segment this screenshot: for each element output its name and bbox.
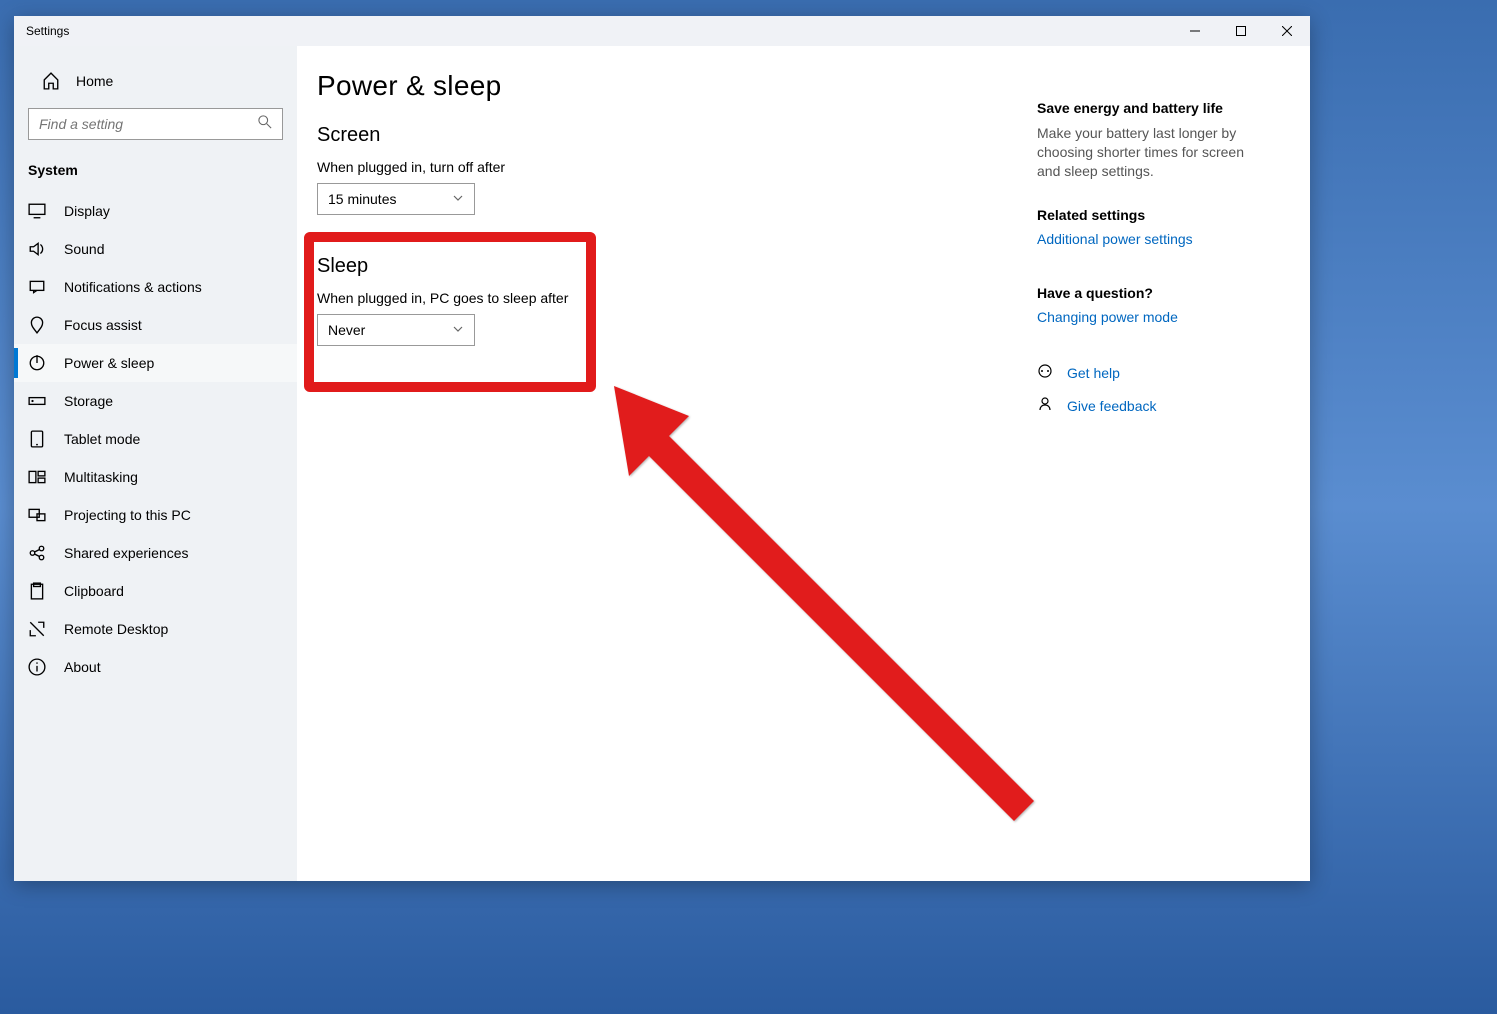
sidebar-item-label: Storage xyxy=(64,393,113,409)
sidebar-item-label: About xyxy=(64,659,101,675)
sidebar-item-storage[interactable]: Storage xyxy=(14,382,297,420)
feedback-label: Give feedback xyxy=(1067,398,1157,414)
sidebar-item-label: Sound xyxy=(64,241,104,257)
sleep-timeout-value: Never xyxy=(328,322,365,338)
close-icon xyxy=(1282,26,1292,36)
sidebar-item-power-sleep[interactable]: Power & sleep xyxy=(14,344,297,382)
screen-heading: Screen xyxy=(317,124,1017,147)
maximize-icon xyxy=(1236,26,1246,36)
home-icon xyxy=(42,72,60,90)
sidebar-item-projecting[interactable]: Projecting to this PC xyxy=(14,496,297,534)
settings-window: Settings Home xyxy=(14,16,1310,881)
close-button[interactable] xyxy=(1264,16,1310,46)
remote-icon xyxy=(28,620,46,638)
sleep-timeout-dropdown[interactable]: Never xyxy=(317,314,475,346)
energy-heading: Save energy and battery life xyxy=(1037,100,1267,116)
focus-assist-icon xyxy=(28,316,46,334)
sidebar-item-tablet-mode[interactable]: Tablet mode xyxy=(14,420,297,458)
sleep-label: When plugged in, PC goes to sleep after xyxy=(317,290,1017,306)
search-icon xyxy=(248,115,282,134)
feedback-icon xyxy=(1037,396,1053,417)
get-help-link[interactable]: Get help xyxy=(1037,363,1267,384)
sidebar-item-label: Power & sleep xyxy=(64,355,154,371)
display-icon xyxy=(28,202,46,220)
sidebar-item-remote-desktop[interactable]: Remote Desktop xyxy=(14,610,297,648)
content-area: Power & sleep Screen When plugged in, tu… xyxy=(297,46,1310,881)
additional-power-settings-link[interactable]: Additional power settings xyxy=(1037,231,1193,247)
about-icon xyxy=(28,658,46,676)
sidebar-item-focus-assist[interactable]: Focus assist xyxy=(14,306,297,344)
search-input[interactable] xyxy=(29,116,248,132)
titlebar: Settings xyxy=(14,16,1310,46)
sidebar-home[interactable]: Home xyxy=(14,64,297,98)
search-box[interactable] xyxy=(28,108,283,140)
right-column: Save energy and battery life Make your b… xyxy=(1037,70,1287,881)
window-body: Home System Display Sound xyxy=(14,46,1310,881)
sidebar-item-label: Clipboard xyxy=(64,583,124,599)
maximize-button[interactable] xyxy=(1218,16,1264,46)
sound-icon xyxy=(28,240,46,258)
sidebar-item-multitasking[interactable]: Multitasking xyxy=(14,458,297,496)
search-wrap xyxy=(14,108,297,140)
sidebar-item-sound[interactable]: Sound xyxy=(14,230,297,268)
page-title: Power & sleep xyxy=(317,70,1017,102)
storage-icon xyxy=(28,392,46,410)
sidebar-item-label: Focus assist xyxy=(64,317,142,333)
sidebar-item-label: Projecting to this PC xyxy=(64,507,191,523)
sidebar-category: System xyxy=(14,156,297,192)
sidebar-item-label: Remote Desktop xyxy=(64,621,168,637)
screen-section: Screen When plugged in, turn off after 1… xyxy=(317,124,1017,215)
related-heading: Related settings xyxy=(1037,207,1267,223)
help-label: Get help xyxy=(1067,365,1120,381)
sidebar: Home System Display Sound xyxy=(14,46,297,881)
multitasking-icon xyxy=(28,468,46,486)
help-icon xyxy=(1037,363,1053,384)
sleep-heading: Sleep xyxy=(317,255,1017,278)
sidebar-item-label: Notifications & actions xyxy=(64,279,202,295)
notifications-icon xyxy=(28,278,46,296)
window-controls xyxy=(1172,16,1310,46)
screen-timeout-value: 15 minutes xyxy=(328,191,396,207)
tablet-icon xyxy=(28,430,46,448)
power-icon xyxy=(28,354,46,372)
clipboard-icon xyxy=(28,582,46,600)
window-title: Settings xyxy=(26,24,69,38)
question-heading: Have a question? xyxy=(1037,285,1267,301)
minimize-icon xyxy=(1190,26,1200,36)
sidebar-item-notifications[interactable]: Notifications & actions xyxy=(14,268,297,306)
projecting-icon xyxy=(28,506,46,524)
sidebar-home-label: Home xyxy=(76,73,113,89)
main-column: Power & sleep Screen When plugged in, tu… xyxy=(297,70,1037,881)
shared-icon xyxy=(28,544,46,562)
screen-label: When plugged in, turn off after xyxy=(317,159,1017,175)
sidebar-item-about[interactable]: About xyxy=(14,648,297,686)
sidebar-item-label: Tablet mode xyxy=(64,431,140,447)
sidebar-item-label: Shared experiences xyxy=(64,545,189,561)
sidebar-item-clipboard[interactable]: Clipboard xyxy=(14,572,297,610)
sidebar-item-label: Multitasking xyxy=(64,469,138,485)
give-feedback-link[interactable]: Give feedback xyxy=(1037,396,1267,417)
chevron-down-icon xyxy=(452,322,464,338)
chevron-down-icon xyxy=(452,191,464,207)
changing-power-mode-link[interactable]: Changing power mode xyxy=(1037,309,1178,325)
sidebar-item-display[interactable]: Display xyxy=(14,192,297,230)
sidebar-item-label: Display xyxy=(64,203,110,219)
energy-text: Make your battery last longer by choosin… xyxy=(1037,124,1267,181)
screen-timeout-dropdown[interactable]: 15 minutes xyxy=(317,183,475,215)
sidebar-item-shared-experiences[interactable]: Shared experiences xyxy=(14,534,297,572)
minimize-button[interactable] xyxy=(1172,16,1218,46)
sleep-section: Sleep When plugged in, PC goes to sleep … xyxy=(317,235,1017,346)
